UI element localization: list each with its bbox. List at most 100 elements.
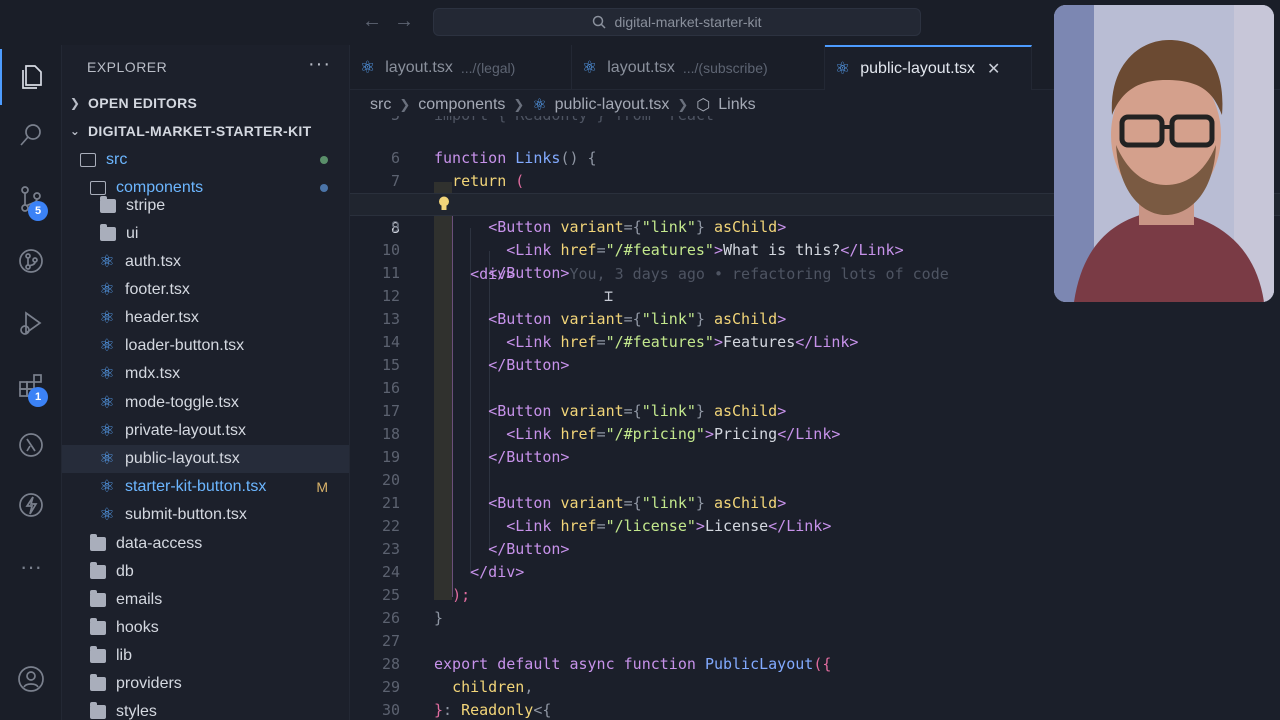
file-mode-toggle[interactable]: ⚛ mode-toggle.tsx	[62, 389, 349, 417]
folder-emails[interactable]: emails	[62, 586, 349, 614]
lightbulb-icon[interactable]	[438, 196, 450, 211]
code-line: 20	[350, 469, 1280, 492]
code-text: <Link href="/license">License</Link>	[506, 517, 832, 535]
tree-item-label: auth.tsx	[125, 253, 182, 270]
file-private-layout[interactable]: ⚛ private-layout.tsx	[62, 417, 349, 445]
tab-layout-legal[interactable]: ⚛ layout.tsx .../(legal)	[350, 45, 572, 90]
folder-styles[interactable]: styles	[62, 698, 349, 720]
react-icon: ⚛	[360, 57, 376, 77]
tree-item-label: public-layout.tsx	[125, 450, 240, 467]
react-icon: ⚛	[99, 336, 115, 355]
link-href: "/#features"	[605, 241, 714, 259]
code-line: 28 export default async function PublicLa…	[350, 653, 1280, 676]
git-graph-activity[interactable]	[0, 233, 62, 289]
chevron-down-icon: ⌄	[69, 124, 81, 138]
extensions-activity[interactable]: 1	[0, 357, 62, 413]
command-center-search[interactable]: digital-market-starter-kit	[433, 8, 921, 36]
file-public-layout[interactable]: ⚛ public-layout.tsx	[62, 445, 349, 473]
code-line: 19 </Button>	[350, 446, 1280, 469]
more-actions-icon[interactable]: ···	[308, 53, 331, 76]
tab-public-layout[interactable]: ⚛ public-layout.tsx ✕	[825, 45, 1032, 90]
breadcrumb-item[interactable]: public-layout.tsx	[555, 96, 670, 114]
more-activity[interactable]: ···	[0, 539, 62, 595]
line-number: 13	[381, 310, 400, 328]
code-text: function Links() {	[434, 149, 597, 167]
status-dot	[320, 184, 328, 192]
line-number: 25	[381, 586, 400, 604]
function-name: PublicLayout	[704, 655, 814, 673]
accounts-activity[interactable]	[0, 651, 62, 707]
tree-item-label: submit-button.tsx	[125, 506, 247, 523]
folder-db[interactable]: db	[62, 558, 349, 586]
file-loader-button[interactable]: ⚛ loader-button.tsx	[62, 332, 349, 360]
line-number: 9	[390, 218, 400, 236]
modified-badge: M	[316, 479, 328, 495]
tab-path: .../(legal)	[460, 59, 516, 76]
code-line: 26}	[350, 607, 1280, 630]
root-folder[interactable]: ⌄ DIGITAL-MARKET-STARTER-KIT	[62, 117, 349, 145]
scm-badge: 5	[28, 201, 48, 221]
file-header[interactable]: ⚛ header.tsx	[62, 304, 349, 332]
code-text: <Link href="/#features">Features</Link>	[506, 333, 859, 351]
explorer-activity[interactable]	[0, 49, 62, 105]
line-number: 16	[381, 379, 400, 397]
code-text: }: Readonly<{	[434, 701, 552, 719]
code-text: </Button>	[488, 356, 570, 374]
extensions-badge: 1	[28, 387, 48, 407]
code-line: 30 }: Readonly<{	[350, 699, 1280, 720]
folder-src[interactable]: src	[62, 146, 349, 174]
git-graph-icon	[19, 249, 43, 273]
line-number: 27	[381, 632, 400, 650]
folder-icon	[90, 618, 106, 635]
folder-open-icon	[80, 153, 96, 167]
open-editors-section[interactable]: ❯ OPEN EDITORS	[62, 89, 349, 117]
forward-arrow-icon[interactable]: →	[394, 10, 426, 32]
file-submit-button[interactable]: ⚛ submit-button.tsx	[62, 501, 349, 529]
code-line: 22 <Link href="/license">License</Link>	[350, 515, 1280, 538]
folder-lib[interactable]: lib	[62, 642, 349, 670]
code-line: 27	[350, 630, 1280, 653]
tab-layout-subscribe[interactable]: ⚛ layout.tsx .../(subscribe)	[572, 45, 825, 90]
code-text: </div>	[470, 563, 525, 581]
source-control-activity[interactable]: 5	[0, 171, 62, 227]
tree-item-label: ui	[126, 225, 139, 242]
remote-explorer-activity[interactable]	[0, 417, 62, 473]
tree-item-label: mdx.tsx	[125, 365, 181, 382]
tree-item-label: providers	[116, 675, 182, 692]
tree-item-label: mode-toggle.tsx	[125, 394, 239, 411]
explorer-sidebar: EXPLORER ··· ❯ OPEN EDITORS ⌄ DIGITAL-MA…	[62, 45, 350, 720]
folder-icon	[90, 562, 106, 579]
webcam-overlay	[1054, 5, 1274, 302]
folder-icon	[90, 534, 106, 551]
tab-label: layout.tsx	[385, 58, 453, 76]
folder-stripe[interactable]: stripe	[62, 192, 349, 220]
folder-ui[interactable]: ui	[62, 220, 349, 248]
react-icon: ⚛	[99, 449, 115, 468]
line-number: 18	[381, 425, 400, 443]
file-auth[interactable]: ⚛ auth.tsx	[62, 248, 349, 276]
folder-icon	[90, 646, 106, 663]
root-folder-label: DIGITAL-MARKET-STARTER-KIT	[88, 123, 312, 139]
line-number: 11	[381, 264, 400, 282]
code-text: <Button variant={"link"} asChild>	[488, 402, 787, 420]
breadcrumb-item[interactable]: components	[418, 96, 505, 114]
nav-arrows[interactable]: ←→	[362, 10, 426, 33]
function-name: Links	[515, 149, 561, 167]
lightning-activity[interactable]	[0, 477, 62, 533]
breadcrumb-item[interactable]: src	[370, 96, 391, 114]
folder-data-access[interactable]: data-access	[62, 530, 349, 558]
code-line: 25 );	[350, 584, 1280, 607]
folder-providers[interactable]: providers	[62, 670, 349, 698]
back-arrow-icon[interactable]: ←	[362, 10, 394, 32]
folder-hooks[interactable]: hooks	[62, 614, 349, 642]
line-number: 30	[381, 701, 400, 719]
run-debug-activity[interactable]	[0, 295, 62, 351]
tree-item-label: private-layout.tsx	[125, 422, 246, 439]
file-starter-kit-button[interactable]: ⚛ starter-kit-button.tsx M	[62, 473, 349, 501]
search-activity[interactable]	[0, 107, 62, 163]
file-mdx[interactable]: ⚛ mdx.tsx	[62, 360, 349, 388]
command-center-label: digital-market-starter-kit	[614, 14, 762, 30]
breadcrumb-item[interactable]: Links	[718, 96, 755, 114]
close-icon[interactable]: ✕	[987, 59, 1000, 79]
file-footer[interactable]: ⚛ footer.tsx	[62, 276, 349, 304]
